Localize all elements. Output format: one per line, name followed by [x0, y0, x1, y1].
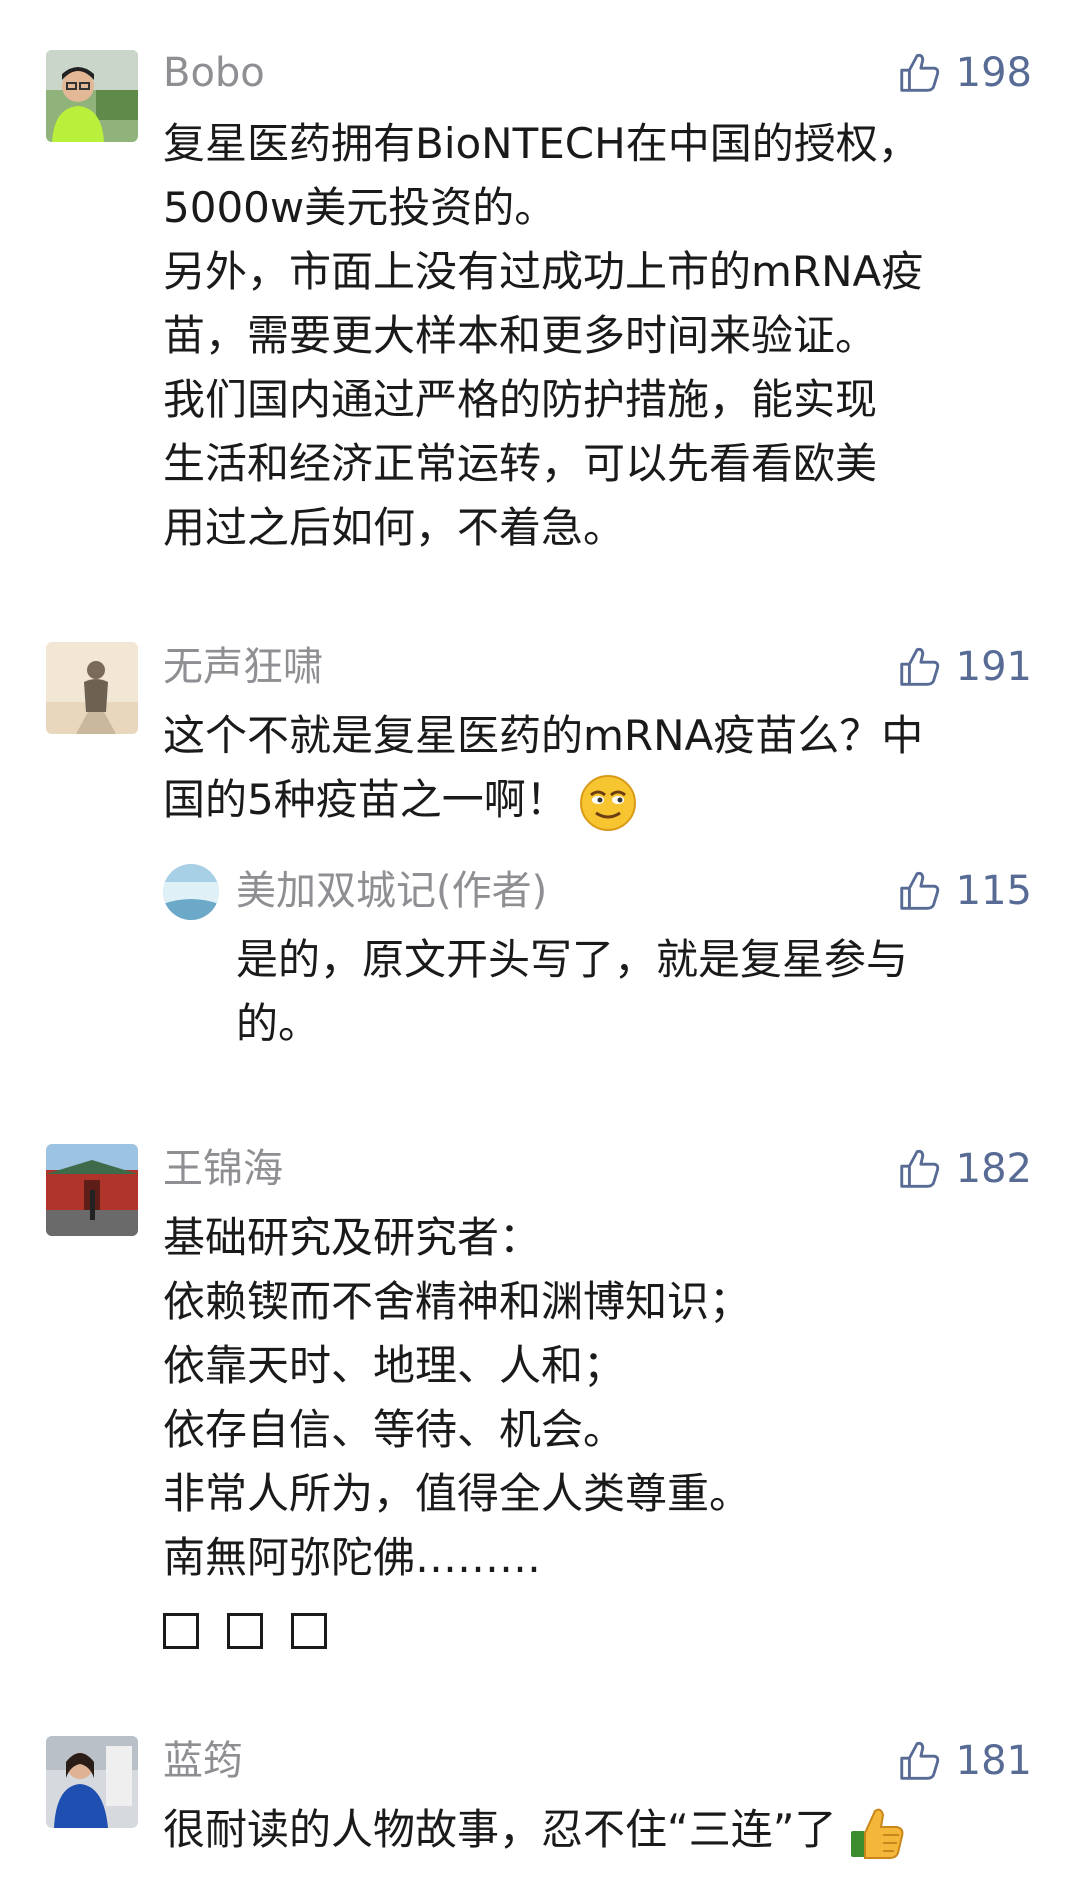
avatar[interactable]	[46, 642, 138, 734]
comment-text: 复星医药拥有BioNTECH在中国的授权， 5000w美元投资的。 另外，市面上…	[163, 112, 1043, 560]
comment-line: 这个不就是复星医药的mRNA疫苗么？中	[163, 711, 924, 760]
comment-line: 依存自信、等待、机会。	[163, 1405, 626, 1454]
smirk-emoji-icon	[578, 773, 638, 833]
like-count: 115	[955, 868, 1032, 914]
comment-author[interactable]: Bobo	[163, 48, 265, 98]
comment-line: 5000w美元投资的。	[163, 183, 557, 232]
reply-author[interactable]: 美加双城记(作者)	[236, 866, 547, 916]
missing-glyph-box	[291, 1612, 327, 1649]
comment-line: 生活和经济正常运转，可以先看看欧美	[163, 439, 878, 488]
comment-author[interactable]: 蓝筠	[163, 1736, 243, 1786]
comment-line: 国的5种疫苗之一啊！	[163, 768, 1043, 833]
thumbs-up-outline-icon	[899, 53, 939, 92]
comment-line: 苗，需要更大样本和更多时间来验证。	[163, 311, 878, 360]
comment-line: 很耐读的人物故事，忍不住“三连”了	[163, 1798, 1043, 1863]
comment-line: 另外，市面上没有过成功上市的mRNA疫	[163, 247, 924, 296]
reply-like-button[interactable]: 115	[896, 866, 1032, 916]
comment-text: 很耐读的人物故事，忍不住“三连”了	[163, 1798, 1043, 1863]
comment-line: 我们国内通过严格的防护措施，能实现	[163, 375, 878, 424]
like-count: 181	[955, 1738, 1032, 1784]
thumbs-up-emoji-icon	[847, 1803, 907, 1863]
like-count: 182	[955, 1146, 1032, 1192]
comment-line: 基础研究及研究者：	[163, 1213, 542, 1262]
comment-line-text: 很耐读的人物故事，忍不住“三连”了	[163, 1805, 837, 1854]
missing-glyph-box	[163, 1612, 199, 1649]
comment-author[interactable]: 王锦海	[163, 1144, 283, 1194]
comment-line: 依赖锲而不舍精神和渊博知识；	[163, 1277, 752, 1326]
like-button[interactable]: 198	[896, 48, 1032, 98]
like-button[interactable]: 191	[896, 642, 1032, 692]
thumbs-up-outline-icon	[899, 871, 939, 910]
missing-glyph-box	[227, 1612, 263, 1649]
comment-line: 用过之后如何，不着急。	[163, 503, 626, 552]
avatar[interactable]	[46, 50, 138, 142]
like-button[interactable]: 182	[896, 1144, 1032, 1194]
comment-line: 复星医药拥有BioNTECH在中国的授权，	[163, 119, 920, 168]
reply-line: 的。	[236, 999, 321, 1048]
comment-line: 非常人所为，值得全人类尊重。	[163, 1469, 752, 1518]
like-count: 191	[955, 644, 1032, 690]
comment-line: 依靠天时、地理、人和；	[163, 1341, 626, 1390]
comment-line: 南無阿弥陀佛………	[163, 1533, 542, 1582]
comment-text: 这个不就是复星医药的mRNA疫苗么？中 国的5种疫苗之一啊！	[163, 704, 1043, 833]
avatar[interactable]	[46, 1736, 138, 1828]
thumbs-up-outline-icon	[899, 1741, 939, 1780]
reply-line: 是的，原文开头写了，就是复星参与	[236, 935, 909, 984]
comment-line-text: 国的5种疫苗之一啊！	[163, 775, 568, 824]
comment-author[interactable]: 无声狂啸	[163, 642, 323, 692]
like-button[interactable]: 181	[896, 1736, 1032, 1786]
avatar[interactable]	[46, 1144, 138, 1236]
missing-glyph-boxes	[163, 1596, 1043, 1660]
reply-avatar[interactable]	[163, 864, 219, 920]
comment-text: 基础研究及研究者： 依赖锲而不舍精神和渊博知识； 依靠天时、地理、人和； 依存自…	[163, 1206, 1043, 1660]
reply-text: 是的，原文开头写了，就是复星参与 的。	[236, 928, 1036, 1056]
thumbs-up-outline-icon	[899, 1149, 939, 1188]
thumbs-up-outline-icon	[899, 647, 939, 686]
like-count: 198	[955, 50, 1032, 96]
